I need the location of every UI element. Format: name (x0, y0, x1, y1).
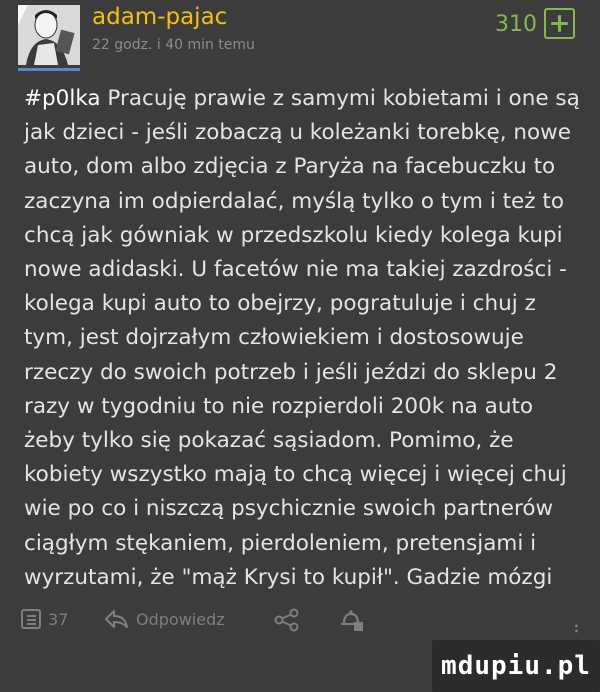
comment-icon (21, 609, 41, 629)
comments-button[interactable]: 37 (20, 608, 68, 630)
share-button[interactable] (274, 608, 300, 632)
comments-count: 37 (48, 609, 69, 629)
avatar-underline (18, 68, 80, 71)
reply-label: Odpowiedz (136, 609, 225, 629)
post-timestamp[interactable]: 22 godz. i 40 min temu (92, 37, 255, 53)
vote-score: 310 (495, 12, 537, 37)
username[interactable]: adam-pajac (92, 4, 227, 30)
post-body: #p0lka Pracuję prawie z samymi kobietami… (24, 82, 586, 595)
post-text: Pracuję prawie z samymi kobietami i one … (24, 86, 580, 590)
watermark: mdupiu.pl (432, 640, 600, 692)
avatar-image (18, 5, 80, 65)
bookmark-icon (341, 610, 363, 631)
bookmark-button[interactable] (337, 608, 367, 634)
share-icon (274, 608, 299, 632)
reply-icon (105, 610, 128, 628)
post-tag[interactable]: #p0lka (24, 86, 101, 111)
upvote-button[interactable] (544, 8, 575, 39)
more-options-icon[interactable] (575, 624, 578, 636)
post-actions-bar: 37 Odpowiedz (0, 594, 600, 644)
avatar[interactable] (18, 5, 80, 65)
plus-icon (551, 15, 568, 32)
reply-button[interactable]: Odpowiedz (104, 608, 225, 630)
